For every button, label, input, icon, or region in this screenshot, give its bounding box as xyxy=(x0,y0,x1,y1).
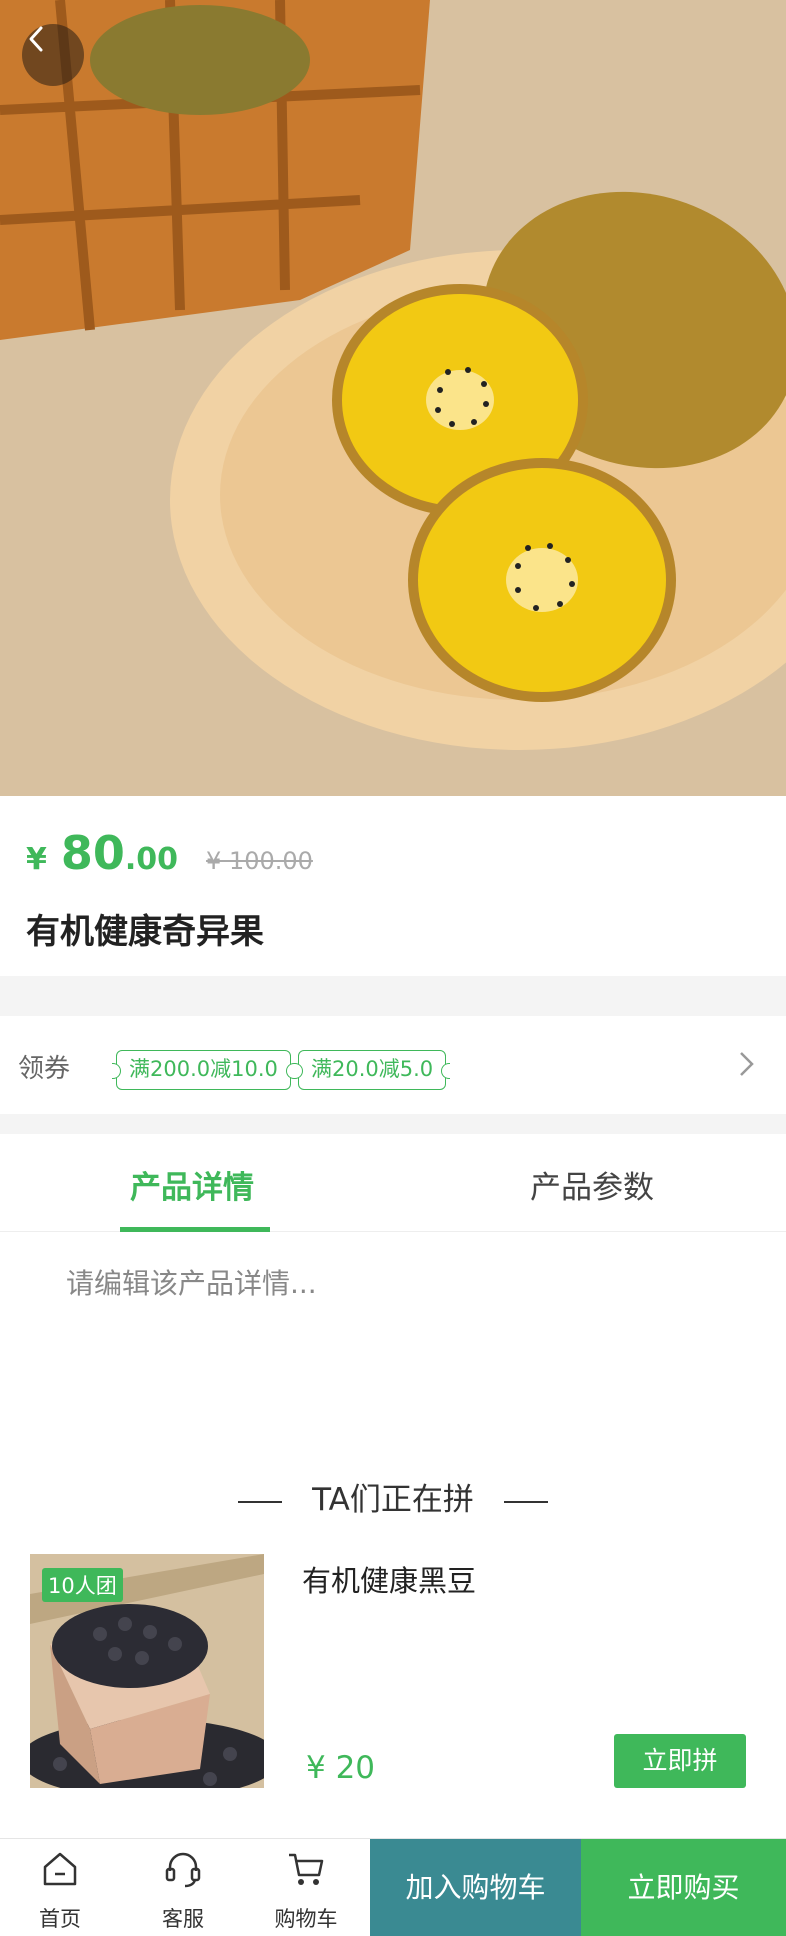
home-icon xyxy=(43,1852,77,1886)
product-title: 有机健康奇异果 xyxy=(26,912,264,952)
price-row: ¥ 80 .00 ¥ 100.00 xyxy=(26,826,313,880)
price-currency: ¥ xyxy=(26,842,47,877)
group-buy-title: TA们正在拼 xyxy=(0,1474,786,1519)
join-group-button[interactable]: 立即拼 xyxy=(614,1734,746,1788)
original-price: ¥ 100.00 xyxy=(206,847,313,875)
bottom-action-bar: 首页 客服 购物车 加入购物车 立即购买 xyxy=(0,1838,786,1936)
price-decimal: .00 xyxy=(124,842,179,877)
nav-home-label: 首页 xyxy=(39,1907,81,1931)
tab-product-params[interactable]: 产品参数 xyxy=(530,1162,654,1207)
detail-tabs: 产品详情 产品参数 xyxy=(0,1134,786,1232)
nav-cart-label: 购物车 xyxy=(274,1907,338,1931)
buy-now-button[interactable]: 立即购买 xyxy=(581,1839,786,1936)
group-item-price: ¥ 20 xyxy=(306,1750,376,1786)
add-to-cart-button[interactable]: 加入购物车 xyxy=(370,1839,581,1936)
product-detail-text: 请编辑该产品详情... xyxy=(66,1267,317,1300)
chevron-right-icon[interactable] xyxy=(738,1050,756,1082)
coupon-tag[interactable]: 满200.0减10.0 xyxy=(112,1050,295,1090)
coupon-row[interactable]: 领券 满200.0减10.0 满20.0减5.0 xyxy=(0,1016,786,1114)
active-tab-indicator xyxy=(120,1227,270,1232)
cart-icon xyxy=(289,1853,324,1885)
nav-customer-service[interactable]: 客服 xyxy=(123,1839,243,1936)
price-section: ¥ 80 .00 ¥ 100.00 有机健康奇异果 xyxy=(0,796,786,976)
product-hero-image xyxy=(0,0,786,796)
tab-product-details[interactable]: 产品详情 xyxy=(130,1162,254,1207)
nav-home[interactable]: 首页 xyxy=(0,1839,120,1936)
section-divider xyxy=(0,1114,786,1134)
section-divider xyxy=(0,976,786,1016)
nav-service-label: 客服 xyxy=(162,1907,204,1931)
price-integer: 80 xyxy=(60,826,125,880)
divider-line xyxy=(238,1500,283,1503)
group-item-image[interactable]: 10人团 xyxy=(30,1554,264,1788)
nav-cart[interactable]: 购物车 xyxy=(246,1839,366,1936)
coupon-tag[interactable]: 满20.0减5.0 xyxy=(293,1050,451,1090)
team-size-badge: 10人团 xyxy=(42,1568,123,1602)
coupon-label: 领券 xyxy=(18,1054,71,1084)
group-buy-title-text: TA们正在拼 xyxy=(312,1482,474,1518)
kiwi-photo xyxy=(0,0,786,796)
group-item-name[interactable]: 有机健康黑豆 xyxy=(302,1558,476,1600)
chevron-left-icon xyxy=(29,26,43,52)
headset-icon xyxy=(165,1852,201,1888)
back-button[interactable] xyxy=(22,24,84,86)
divider-line xyxy=(503,1500,548,1503)
